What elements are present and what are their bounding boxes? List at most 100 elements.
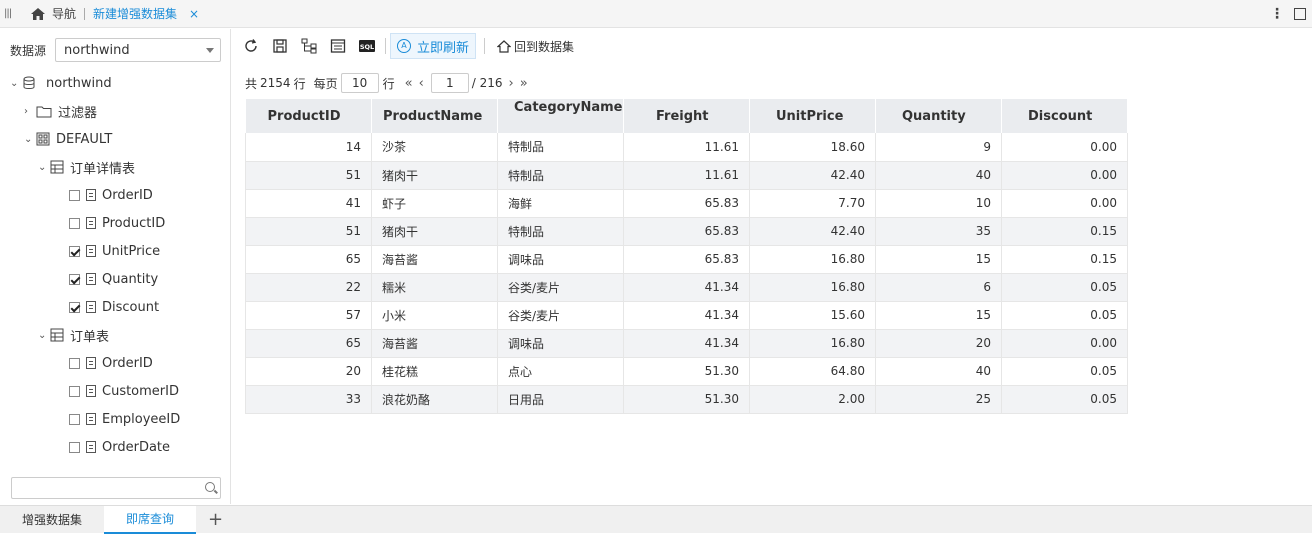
table-cell: 65 bbox=[245, 245, 372, 274]
reload-button[interactable] bbox=[240, 35, 262, 57]
menu-icon[interactable]: ||| bbox=[4, 8, 22, 19]
chevron-down-icon[interactable]: ⌄ bbox=[38, 162, 50, 173]
datasource-select[interactable]: northwind bbox=[55, 38, 221, 62]
chevron-down-icon[interactable]: ⌄ bbox=[38, 330, 50, 341]
chevron-down-icon[interactable]: ⌄ bbox=[10, 78, 22, 89]
refresh-now-button[interactable]: A 立即刷新 bbox=[390, 33, 477, 59]
field-icon bbox=[86, 217, 96, 229]
tree-field[interactable]: Quantity bbox=[69, 269, 158, 289]
table-row[interactable]: 20 桂花糕 点心 51.30 64.80 40 0.05 bbox=[245, 357, 1128, 386]
table-cell: 0.00 bbox=[1001, 329, 1128, 358]
relation-button[interactable] bbox=[298, 35, 320, 57]
field-icon bbox=[86, 301, 96, 313]
column-header[interactable]: Freight bbox=[623, 99, 750, 133]
tab-new-dataset[interactable]: 新建增强数据集 bbox=[93, 5, 177, 22]
home-icon[interactable] bbox=[30, 7, 46, 21]
tree-field[interactable]: CustomerID bbox=[69, 381, 179, 401]
save-icon bbox=[273, 39, 287, 53]
table-row[interactable]: 33 浪花奶酪 日用品 51.30 2.00 25 0.05 bbox=[245, 385, 1128, 414]
table-row[interactable]: 65 海苔酱 调味品 65.83 16.80 15 0.15 bbox=[245, 245, 1128, 274]
search-icon[interactable] bbox=[205, 482, 215, 492]
table-cell: 0.00 bbox=[1001, 133, 1128, 162]
tree-label: OrderID bbox=[102, 355, 153, 371]
back-to-dataset-button[interactable]: 回到数据集 bbox=[497, 38, 574, 55]
add-tab-icon[interactable]: + bbox=[208, 509, 223, 530]
sql-icon: SQL bbox=[359, 40, 375, 52]
nav-link[interactable]: 导航 bbox=[52, 5, 76, 22]
table-row[interactable]: 41 虾子 海鲜 65.83 7.70 10 0.00 bbox=[245, 189, 1128, 218]
back-to-dataset-label: 回到数据集 bbox=[514, 39, 575, 54]
tree-node-root[interactable]: ⌄ northwind bbox=[10, 73, 112, 93]
last-page-icon[interactable]: » bbox=[520, 76, 528, 91]
first-page-icon[interactable]: « bbox=[405, 76, 413, 91]
table-row[interactable]: 22 糯米 谷类/麦片 41.34 16.80 6 0.05 bbox=[245, 273, 1128, 302]
tree-field[interactable]: UnitPrice bbox=[69, 241, 160, 261]
table-cell: 15.60 bbox=[749, 301, 876, 330]
column-header[interactable]: ProductName bbox=[371, 99, 498, 133]
tree-field[interactable]: OrderID bbox=[69, 353, 153, 373]
table-row[interactable]: 57 小米 谷类/麦片 41.34 15.60 15 0.05 bbox=[245, 301, 1128, 330]
table-cell: 0.05 bbox=[1001, 301, 1128, 330]
checkbox[interactable] bbox=[69, 217, 80, 229]
table-cell: 65.83 bbox=[623, 217, 750, 246]
table-cell: 51.30 bbox=[623, 357, 750, 386]
table-cell: 糯米 bbox=[371, 273, 498, 302]
tree-label: Quantity bbox=[102, 271, 159, 287]
tree-field[interactable]: Discount bbox=[69, 297, 159, 317]
save-button[interactable] bbox=[269, 35, 291, 57]
tree-label: CustomerID bbox=[102, 383, 179, 399]
chevron-right-icon[interactable]: › bbox=[24, 106, 36, 117]
table-row[interactable]: 65 海苔酱 调味品 41.34 16.80 20 0.00 bbox=[245, 329, 1128, 358]
checkbox[interactable] bbox=[69, 441, 80, 453]
next-page-icon[interactable]: › bbox=[509, 76, 514, 91]
datasource-label: 数据源 bbox=[10, 43, 47, 58]
checkbox-checked[interactable] bbox=[69, 273, 80, 285]
checkbox-checked[interactable] bbox=[69, 245, 80, 257]
tree-field[interactable]: OrderDate bbox=[69, 437, 170, 457]
column-header[interactable]: Discount bbox=[1001, 99, 1128, 133]
properties-button[interactable] bbox=[327, 35, 349, 57]
column-header[interactable]: CategoryName bbox=[497, 99, 624, 133]
tree-node-default[interactable]: ⌄ DEFAULT bbox=[24, 129, 112, 149]
checkbox[interactable] bbox=[69, 189, 80, 201]
table-row[interactable]: 51 猪肉干 特制品 65.83 42.40 35 0.15 bbox=[245, 217, 1128, 246]
per-page-input[interactable]: 10 bbox=[340, 73, 379, 93]
table-cell: 调味品 bbox=[497, 329, 624, 358]
datasource-row: 数据源 northwind bbox=[10, 38, 221, 62]
table-row[interactable]: 51 猪肉干 特制品 11.61 42.40 40 0.00 bbox=[245, 161, 1128, 190]
sql-button[interactable]: SQL bbox=[356, 35, 378, 57]
close-icon[interactable]: × bbox=[189, 7, 199, 21]
table-cell: 0.05 bbox=[1001, 273, 1128, 302]
table-cell: 9 bbox=[875, 133, 1002, 162]
column-header[interactable]: Quantity bbox=[875, 99, 1002, 133]
tree-label: Discount bbox=[102, 299, 160, 315]
table-row[interactable]: 14 沙茶 特制品 11.61 18.60 9 0.00 bbox=[245, 133, 1128, 162]
checkbox[interactable] bbox=[69, 357, 80, 369]
tab-enhanced-dataset[interactable]: 增强数据集 bbox=[0, 506, 104, 534]
table-cell: 特制品 bbox=[497, 161, 624, 190]
tree-field[interactable]: EmployeeID bbox=[69, 409, 180, 429]
tree-node-table[interactable]: ⌄ 订单详情表 bbox=[38, 157, 135, 177]
checkbox[interactable] bbox=[69, 413, 80, 425]
checkbox-checked[interactable] bbox=[69, 301, 80, 313]
more-vertical-icon[interactable]: ⋮ bbox=[1268, 6, 1286, 22]
tree-node-table[interactable]: ⌄ 订单表 bbox=[38, 325, 109, 345]
table-cell: 小米 bbox=[371, 301, 498, 330]
page-count: / 216 bbox=[471, 76, 503, 90]
tab-adhoc-query[interactable]: 即席查询 bbox=[104, 505, 197, 534]
maximize-icon[interactable] bbox=[1294, 8, 1306, 20]
tree-search-input[interactable] bbox=[11, 477, 221, 499]
checkbox[interactable] bbox=[69, 385, 80, 397]
tree-node-filter[interactable]: › 过滤器 bbox=[24, 101, 97, 121]
chevron-down-icon[interactable]: ⌄ bbox=[24, 134, 36, 145]
page-input[interactable]: 1 bbox=[430, 73, 469, 93]
prev-page-icon[interactable]: ‹ bbox=[419, 76, 424, 91]
tree-field[interactable]: OrderID bbox=[69, 185, 153, 205]
tree-field[interactable]: ProductID bbox=[69, 213, 165, 233]
column-header[interactable]: ProductID bbox=[245, 99, 372, 133]
left-panel: 数据源 northwind ⌄ northwind › 过滤器 ⌄ DEFAUL… bbox=[0, 29, 231, 504]
refresh-now-label: 立即刷新 bbox=[417, 40, 470, 56]
column-header[interactable]: UnitPrice bbox=[749, 99, 876, 133]
divider bbox=[385, 38, 386, 54]
table-cell: 特制品 bbox=[497, 217, 624, 246]
